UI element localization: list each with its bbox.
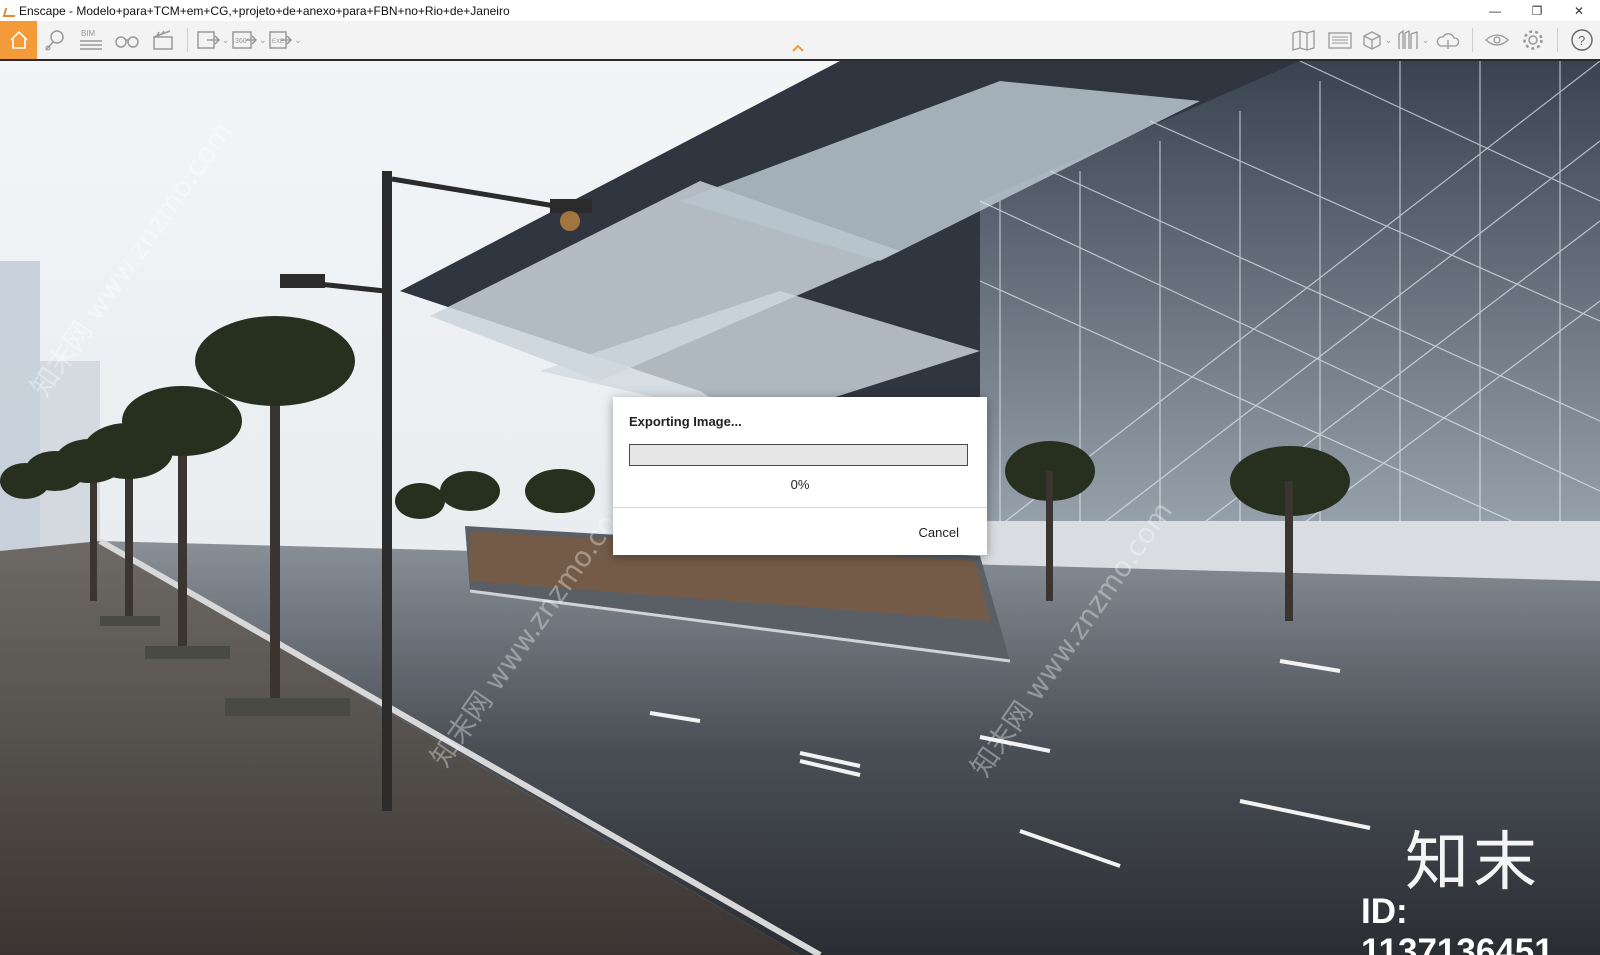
export-progress-bar [629,444,968,466]
sky-icon [1328,32,1352,49]
upload-button[interactable] [1430,21,1466,59]
eye-icon [1485,34,1509,46]
bim-icon: BIM [80,29,102,50]
window-controls: — ❐ ✕ [1474,0,1600,21]
window-title: Enscape - Modelo+para+TCM+em+CG,+projeto… [19,3,510,18]
chevron-up-icon[interactable] [792,43,804,53]
home-icon [9,30,28,49]
exe-export-button[interactable]: EXE ⌄ [267,21,303,59]
chevron-down-icon[interactable]: ⌄ [1385,35,1393,46]
screenshot-export-icon [196,31,220,49]
bim-button[interactable]: BIM [73,21,109,59]
visual-settings-button[interactable] [1479,21,1515,59]
title-bar: Enscape - Modelo+para+TCM+em+CG,+projeto… [0,0,1600,21]
watermark-id: ID: 1137136451 [1361,892,1554,955]
clapperboard-icon [153,30,173,50]
toolbar-separator [1557,28,1558,52]
cloud-icon [1436,33,1460,49]
export-progress-dialog: Exporting Image... 0% Cancel [613,397,987,555]
map-pin-icon [45,30,64,51]
help-icon: ? [1571,29,1593,51]
asset-library-icon [1398,29,1418,49]
chevron-down-icon[interactable]: ⌄ [259,35,267,46]
chevron-down-icon[interactable]: ⌄ [1422,35,1430,46]
svg-text:BIM: BIM [81,29,96,38]
exe-export-icon: EXE [269,31,293,49]
settings-icon [1523,30,1543,50]
panorama-button[interactable]: 360° ⌄ [230,21,267,59]
screenshot-button[interactable]: ⌄ [194,21,230,59]
chevron-down-icon[interactable]: ⌄ [294,35,302,46]
svg-text:?: ? [1578,33,1585,48]
dialog-title: Exporting Image... [629,414,742,429]
toolbar-right: ⌄ ⌄ ? [1286,21,1600,59]
svg-text:360°: 360° [235,37,250,45]
minimize-button[interactable]: — [1474,0,1516,21]
dialog-divider [613,507,987,508]
progress-percent: 0% [790,477,810,492]
home-button[interactable] [0,21,37,59]
asset-library-button[interactable]: ⌄ [1394,21,1430,59]
toolbar-separator [1472,28,1473,52]
sky-button[interactable] [1322,21,1358,59]
binoculars-icon [115,36,139,48]
watermark-logo: 知末 [1405,826,1541,900]
help-button[interactable]: ? [1564,21,1600,59]
restore-button[interactable]: ❐ [1516,0,1558,21]
settings-button[interactable] [1515,21,1551,59]
main-toolbar: BIM ⌄ 360° ⌄ EXE ⌄ ⌄ ⌄ ? [0,21,1600,61]
cancel-button[interactable]: Cancel [919,525,959,540]
chevron-down-icon[interactable]: ⌄ [222,35,230,46]
close-button[interactable]: ✕ [1558,0,1600,21]
enscape-logo-icon [3,5,15,17]
views-button[interactable] [37,21,73,59]
toolbar-left: BIM ⌄ 360° ⌄ EXE ⌄ [0,21,303,59]
map-button[interactable] [1286,21,1322,59]
materials-button[interactable]: ⌄ [1358,21,1394,59]
map-icon [1292,30,1315,51]
toolbar-separator [187,28,188,52]
cube-icon [1363,31,1381,50]
video-editor-button[interactable] [145,21,181,59]
binoculars-button[interactable] [109,21,145,59]
panorama-360-icon: 360° [232,31,258,49]
